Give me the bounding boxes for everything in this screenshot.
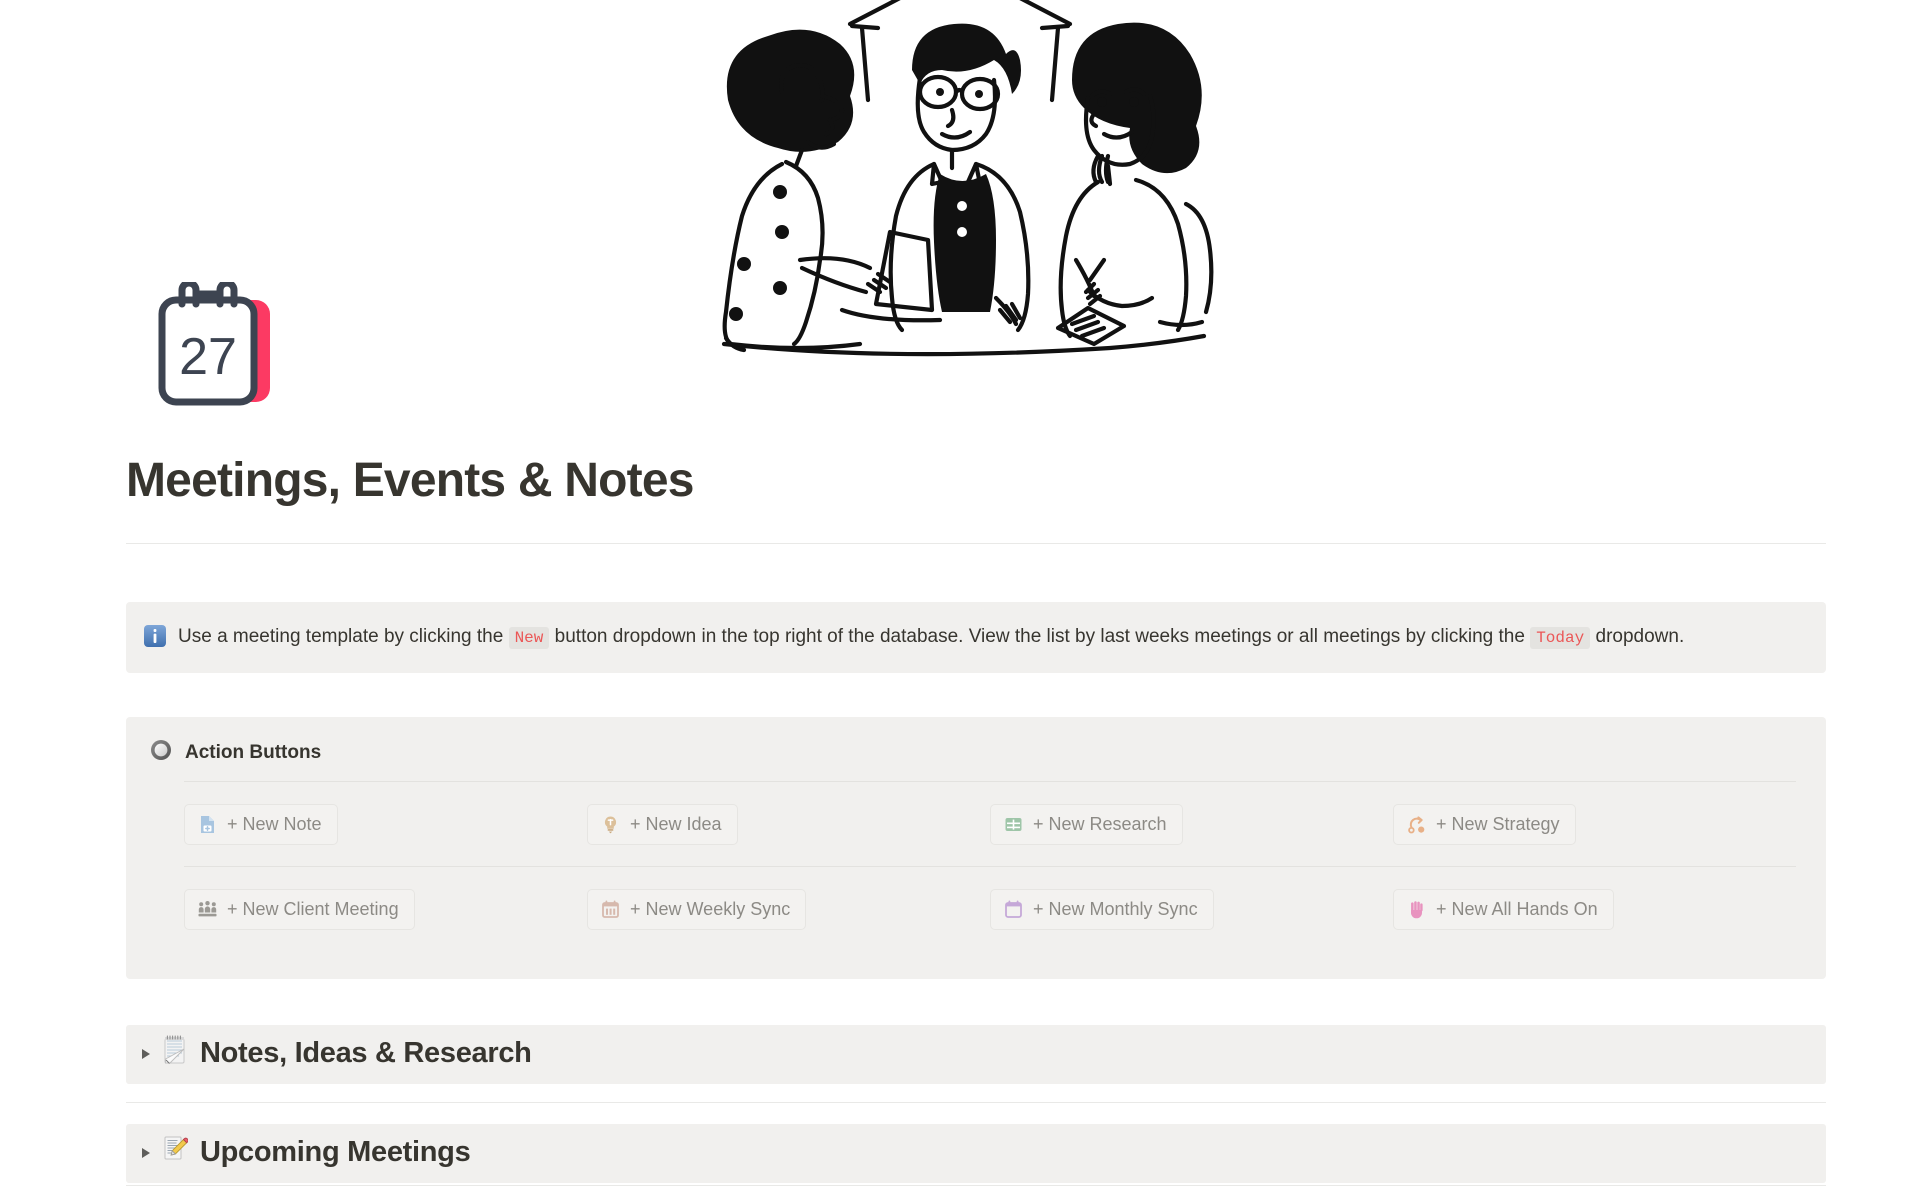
meeting-illustration-icon <box>721 0 1214 357</box>
raised-hand-icon <box>1406 899 1427 920</box>
toggle-upcoming-meetings[interactable]: Upcoming Meetings <box>126 1124 1826 1183</box>
notepad-glyph <box>164 1035 185 1064</box>
button-cell: + New Note <box>184 803 587 845</box>
new-research-button[interactable]: + New Research <box>990 803 1183 845</box>
toggle-divider-1 <box>126 1102 1826 1103</box>
callout-text-3: dropdown. <box>1595 626 1685 647</box>
new-strategy-button[interactable]: + New Strategy <box>1393 803 1576 845</box>
raised-hand-glyph <box>1411 900 1423 918</box>
information-source-icon <box>144 621 166 647</box>
section-title: Action Buttons <box>185 741 322 763</box>
code-new: New <box>508 627 550 649</box>
svg-text:27: 27 <box>179 328 237 386</box>
button-label: + New Strategy <box>1436 814 1560 834</box>
table-grid-glyph <box>1005 817 1022 831</box>
table-grid-icon <box>1003 814 1024 835</box>
radio-button-glyph <box>151 740 171 760</box>
toggle-row[interactable]: Upcoming Meetings <box>126 1134 1826 1171</box>
action-buttons-section: Action Buttons + New Note + New Idea + N… <box>126 717 1826 979</box>
info-callout: Use a meeting template by clicking the N… <box>126 602 1826 673</box>
chevron-right-icon[interactable] <box>142 1147 150 1158</box>
button-label: + New All Hands On <box>1436 899 1598 919</box>
calendar-27-icon: 27 <box>158 279 270 406</box>
button-label: + New Weekly Sync <box>630 899 791 919</box>
callout-text-1: Use a meeting template by clicking the <box>178 626 504 647</box>
action-button-row-1: + New Note + New Idea + New Research + N… <box>126 782 1826 866</box>
action-button-row-2: + New Client Meeting + New Weekly Sync +… <box>126 867 1826 951</box>
new-idea-button[interactable]: + New Idea <box>587 803 738 845</box>
calendar-week-icon <box>600 899 621 920</box>
button-cell: + New Monthly Sync <box>990 888 1393 930</box>
strategy-arrow-glyph <box>1408 815 1425 833</box>
button-cell: + New Weekly Sync <box>587 888 990 930</box>
title-divider <box>126 542 1826 544</box>
chevron-right-icon[interactable] <box>142 1048 150 1059</box>
calendar-week-glyph <box>602 900 619 918</box>
callout-text-2: button dropdown in the top right of the … <box>554 626 1525 647</box>
button-cell: + New Research <box>990 803 1393 845</box>
calendar-month-glyph <box>1005 900 1022 918</box>
button-cell: + New All Hands On <box>1393 888 1796 930</box>
toggle-label: Upcoming Meetings <box>200 1136 471 1168</box>
page-icon: 27 <box>152 279 288 408</box>
new-note-button[interactable]: + New Note <box>184 803 338 845</box>
people-meeting-icon <box>197 899 218 920</box>
new-weekly-sync-button[interactable]: + New Weekly Sync <box>587 888 807 930</box>
button-label: + New Note <box>227 814 322 834</box>
toggle-row[interactable]: Notes, Ideas & Research <box>126 1035 1826 1072</box>
button-cell: + New Client Meeting <box>184 888 587 930</box>
new-monthly-sync-button[interactable]: + New Monthly Sync <box>990 888 1214 930</box>
button-cell: + New Strategy <box>1393 803 1796 845</box>
memo-icon <box>162 1134 189 1171</box>
new-all-hands-on-button[interactable]: + New All Hands On <box>1393 888 1614 930</box>
toggle-notes-ideas-research[interactable]: Notes, Ideas & Research <box>126 1025 1826 1084</box>
code-today: Today <box>1530 627 1591 649</box>
people-meeting-glyph <box>198 900 217 916</box>
cover-image <box>0 0 1920 360</box>
calendar-month-icon <box>1003 899 1024 920</box>
lightbulb-icon <box>600 814 621 835</box>
button-cell: + New Idea <box>587 803 990 845</box>
notion-page: 27 Meetings, Events & Notes Use a meetin… <box>0 0 1920 1199</box>
strategy-arrow-icon <box>1406 814 1427 835</box>
memo-glyph <box>164 1136 189 1160</box>
page-with-plus-icon <box>197 814 218 835</box>
notepad-icon <box>162 1035 188 1072</box>
toggle-label: Notes, Ideas & Research <box>200 1037 532 1069</box>
button-label: + New Monthly Sync <box>1033 899 1198 919</box>
page-title: Meetings, Events & Notes <box>126 454 694 507</box>
lightbulb-glyph <box>604 816 617 833</box>
page-with-plus-glyph <box>201 815 214 833</box>
callout-text: Use a meeting template by clicking the N… <box>178 621 1684 654</box>
button-label: + New Client Meeting <box>227 899 399 919</box>
toggle-divider-2 <box>126 1185 1826 1186</box>
button-label: + New Research <box>1033 814 1167 834</box>
new-client-meeting-button[interactable]: + New Client Meeting <box>184 888 415 930</box>
button-label: + New Idea <box>630 814 722 834</box>
radio-button-icon <box>150 739 172 766</box>
title-block: Meetings, Events & Notes <box>126 454 1826 544</box>
information-source-glyph <box>144 625 166 647</box>
section-header: Action Buttons <box>126 739 1826 766</box>
